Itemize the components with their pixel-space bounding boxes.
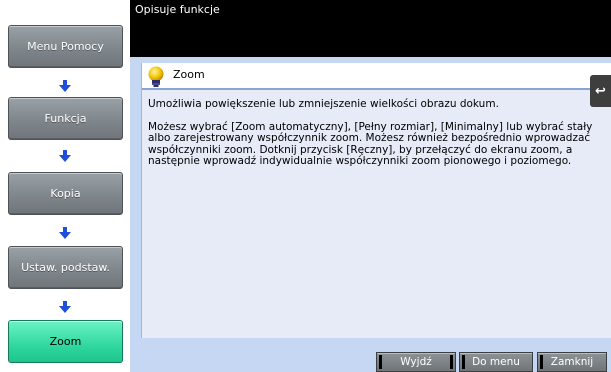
down-arrow-icon: [59, 80, 71, 92]
button-edge: [462, 355, 465, 369]
help-panel: Zoom Umożliwia powiększenie lub zmniejsz…: [141, 63, 611, 338]
back-arrow-icon: ↩: [595, 83, 606, 99]
nav-item-zoom[interactable]: Zoom: [8, 320, 123, 363]
main-menu-label: Do menu: [472, 356, 520, 368]
panel-title-bar: Zoom: [142, 63, 611, 90]
main-menu-button[interactable]: Do menu: [459, 352, 533, 372]
nav-item-menu-pomocy[interactable]: Menu Pomocy: [8, 25, 123, 68]
nav-item-label: Menu Pomocy: [27, 40, 104, 53]
exit-label: Wyjdź: [400, 356, 432, 368]
help-navigation: Menu Pomocy Funkcja Kopia Ustaw. podstaw…: [0, 0, 130, 372]
nav-item-label: Funkcja: [44, 112, 87, 125]
back-tab[interactable]: ↩: [590, 75, 611, 107]
button-edge: [379, 355, 382, 369]
close-button[interactable]: Zamknij: [537, 352, 607, 372]
close-label: Zamknij: [550, 356, 594, 368]
down-arrow-icon: [59, 227, 71, 239]
button-edge: [540, 355, 543, 369]
header-text: Opisuje funkcje: [135, 3, 220, 16]
description-paragraph: Możesz wybrać [Zoom automatyczny], [Pełn…: [148, 120, 593, 167]
nav-item-ustaw-podstaw[interactable]: Ustaw. podstaw.: [8, 246, 123, 289]
nav-item-funkcja[interactable]: Funkcja: [8, 97, 123, 140]
panel-body: Umożliwia powiększenie lub zmniejszenie …: [148, 98, 593, 179]
down-arrow-icon: [59, 301, 71, 313]
nav-item-label: Zoom: [49, 335, 82, 348]
nav-item-label: Ustaw. podstaw.: [21, 261, 110, 274]
lightbulb-icon: [148, 66, 164, 87]
down-arrow-icon: [59, 150, 71, 162]
exit-button[interactable]: Wyjdź: [376, 352, 456, 372]
nav-item-label: Kopia: [50, 187, 81, 200]
description-paragraph: Umożliwia powiększenie lub zmniejszenie …: [148, 98, 499, 110]
header-bar: Opisuje funkcje: [130, 0, 611, 57]
panel-title: Zoom: [173, 68, 205, 81]
button-edge: [450, 355, 453, 369]
nav-item-kopia[interactable]: Kopia: [8, 172, 123, 215]
